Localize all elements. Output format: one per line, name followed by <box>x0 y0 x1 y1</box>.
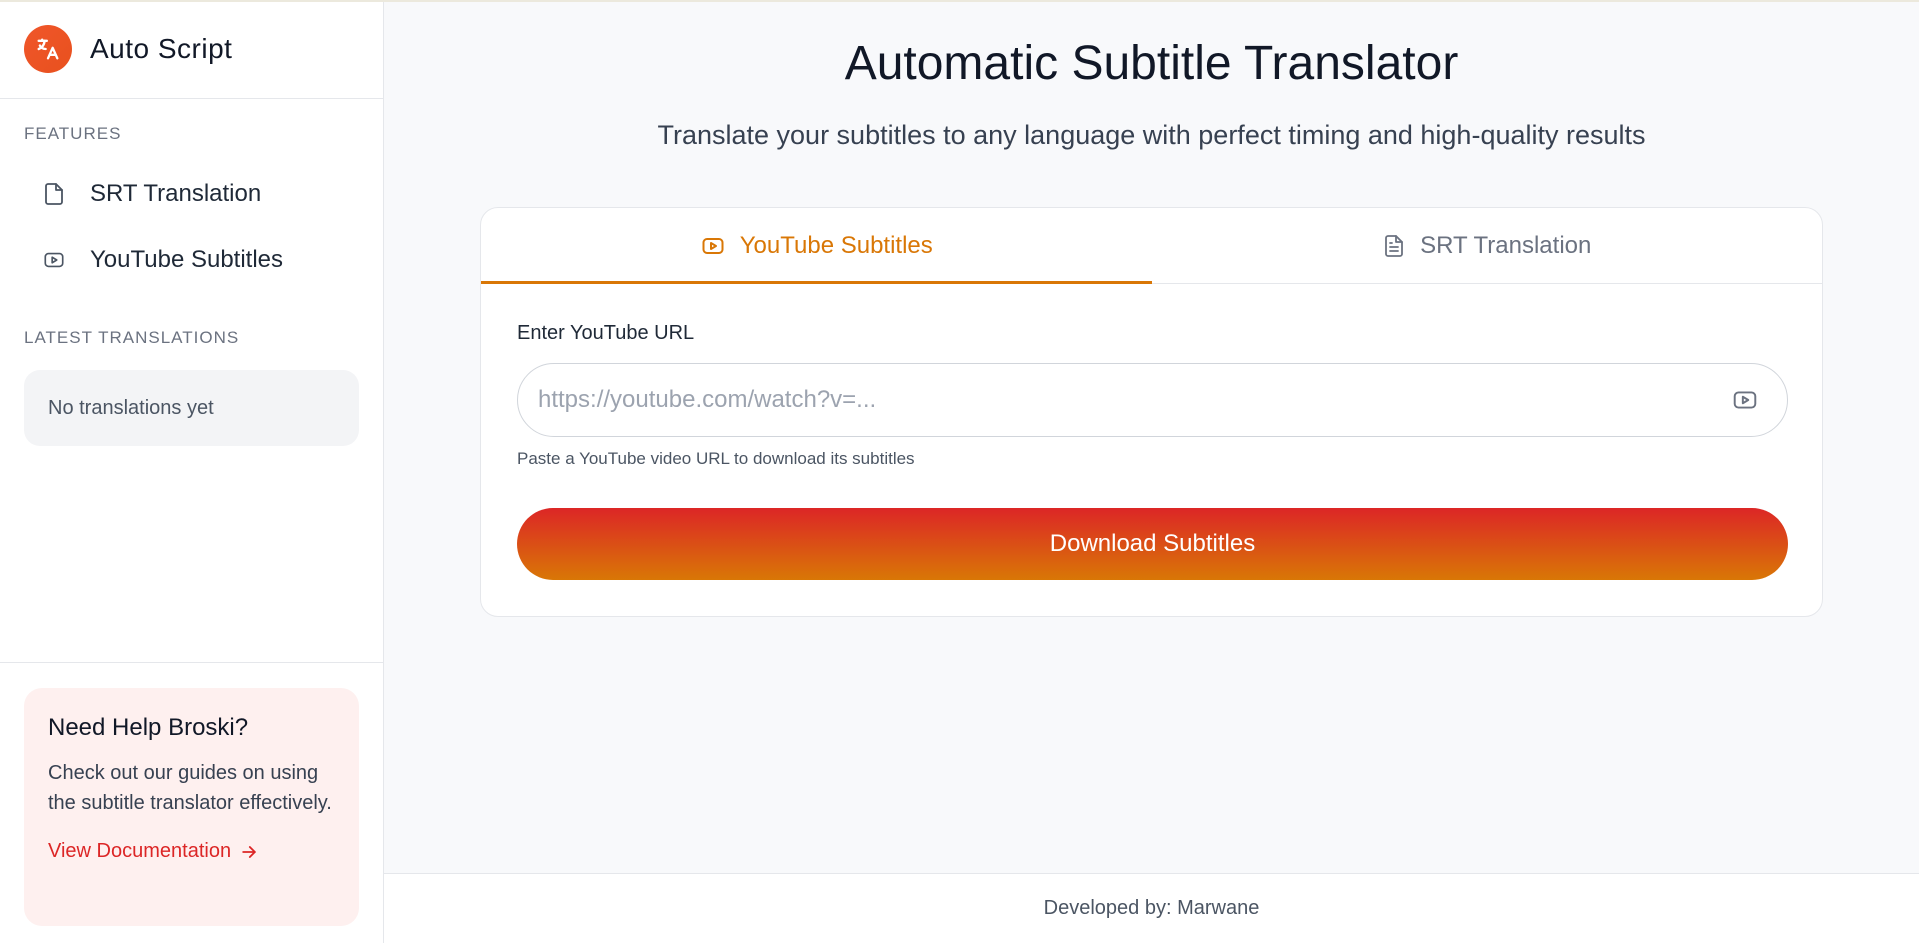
file-text-icon <box>1382 233 1406 259</box>
url-input-wrapper <box>517 363 1788 437</box>
url-hint: Paste a YouTube video URL to download it… <box>517 449 915 468</box>
tab-label: YouTube Subtitles <box>739 231 933 259</box>
youtube-icon <box>700 234 726 258</box>
tab-bar: YouTube Subtitles SRT Translation <box>481 208 1822 284</box>
view-documentation-link[interactable]: View Documentation <box>48 840 335 863</box>
help-link-label: View Documentation <box>48 840 232 862</box>
page-title: Automatic Subtitle Translator <box>844 37 1459 90</box>
tab-label: SRT Translation <box>1420 231 1592 259</box>
help-text: Check out our guides on using the subtit… <box>48 762 332 814</box>
page-subtitle: Translate your subtitles to any language… <box>657 120 1646 150</box>
help-title: Need Help Broski? <box>48 714 249 741</box>
latest-translations-label: LATEST TRANSLATIONS <box>24 328 240 347</box>
app-root: Auto Script FEATURES SRT Translation You… <box>0 0 1919 943</box>
youtube-icon <box>1725 387 1765 413</box>
url-field-label: Enter YouTube URL <box>517 322 695 344</box>
tab-youtube-subtitles[interactable]: YouTube Subtitles <box>481 208 1152 284</box>
footer-credit: Developed by: Marwane <box>1043 897 1260 919</box>
divider <box>0 662 383 663</box>
features-section-label: FEATURES <box>24 124 122 143</box>
arrow-right-icon <box>242 845 256 858</box>
sidebar-item-label: YouTube Subtitles <box>90 246 284 273</box>
sidebar-item-label: SRT Translation <box>90 180 262 207</box>
youtube-url-input[interactable] <box>518 364 1725 436</box>
translate-icon <box>24 25 72 73</box>
youtube-icon <box>40 246 68 274</box>
download-subtitles-button[interactable]: Download Subtitles <box>517 508 1788 580</box>
top-border <box>0 0 1919 2</box>
app-title: Auto Script <box>90 33 233 64</box>
latest-translations-empty: No translations yet <box>24 370 359 446</box>
brand-header[interactable]: Auto Script <box>0 0 383 99</box>
file-icon <box>40 180 68 208</box>
help-card: Need Help Broski? Check out our guides o… <box>24 688 359 926</box>
main-content: Automatic Subtitle Translator Translate … <box>384 0 1919 943</box>
sidebar-item-srt-translation[interactable]: SRT Translation <box>40 180 261 208</box>
tab-srt-translation[interactable]: SRT Translation <box>1152 208 1823 283</box>
sidebar-item-youtube-subtitles[interactable]: YouTube Subtitles <box>40 246 283 274</box>
translator-card: YouTube Subtitles SRT Translation Enter … <box>480 207 1823 617</box>
footer: Developed by: Marwane <box>384 873 1919 943</box>
sidebar: Auto Script FEATURES SRT Translation You… <box>0 0 384 943</box>
